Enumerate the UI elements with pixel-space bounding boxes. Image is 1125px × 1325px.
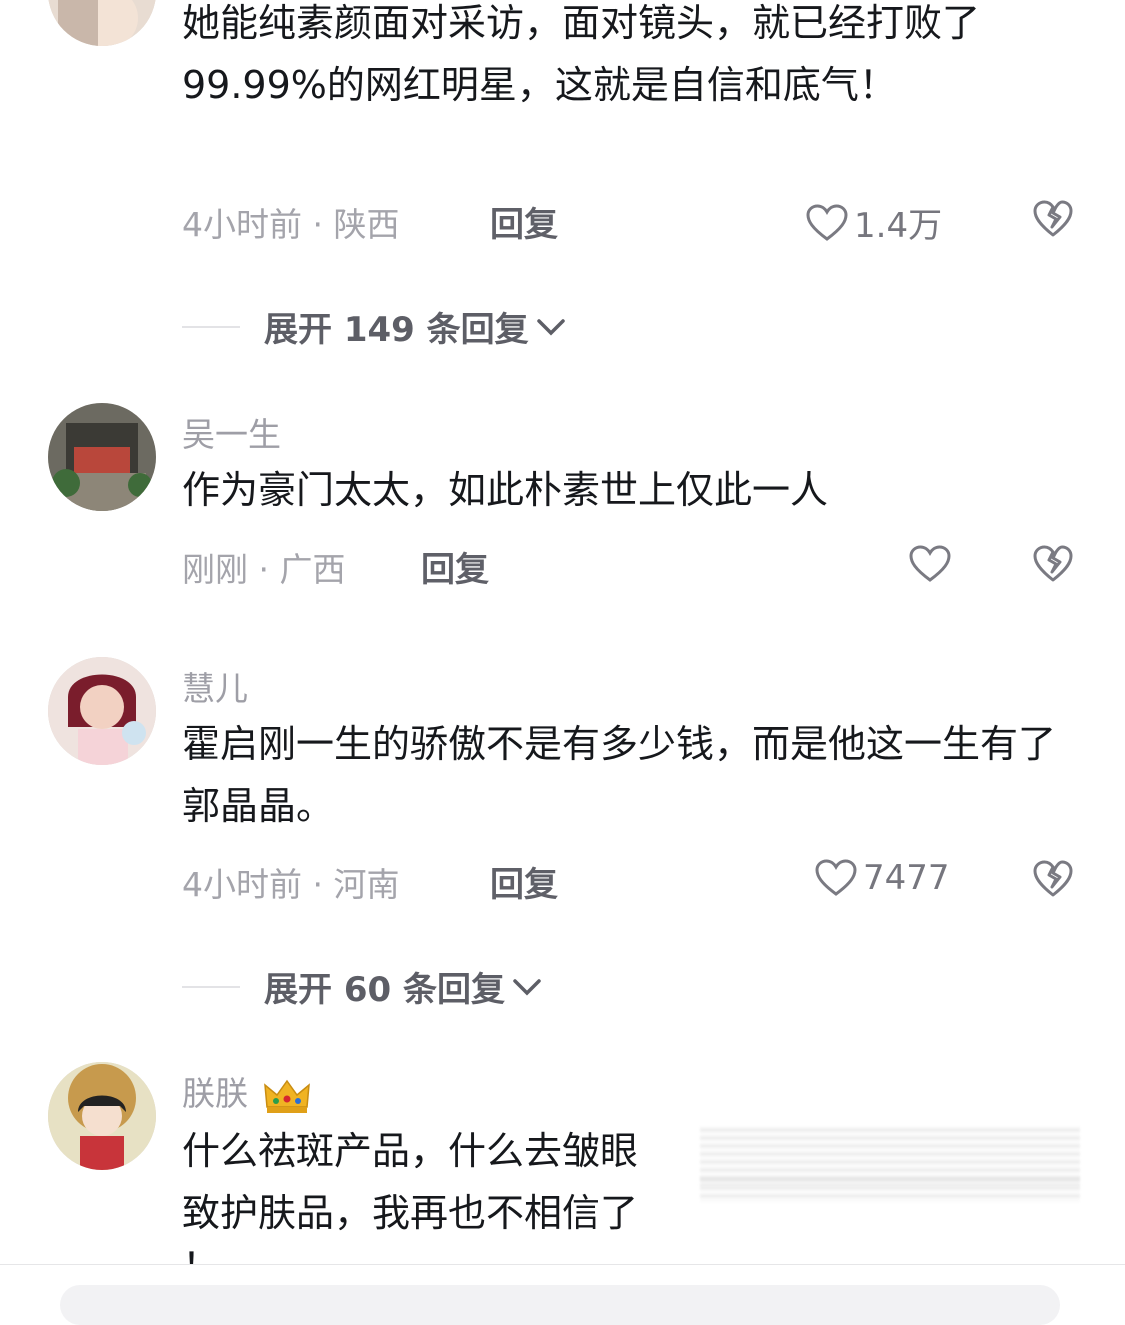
dislike-button[interactable] <box>1033 860 1073 898</box>
reply-button[interactable]: 回复 <box>490 857 558 906</box>
expand-replies-label: 展开 149 条回复 <box>264 310 529 350</box>
chevron-down-icon <box>529 316 567 338</box>
comment-input[interactable] <box>60 1285 1060 1325</box>
username-label: 朕朕 <box>182 1074 248 1113</box>
heart-outline-icon <box>815 859 857 897</box>
comment-text: 什么祛斑产品，什么去皱眼 <box>182 1129 639 1173</box>
expand-replies-button[interactable]: 展开 149 条回复 <box>182 302 567 351</box>
heart-outline-icon <box>806 203 848 242</box>
reply-button[interactable]: 回复 <box>421 542 489 591</box>
comment-time-location: 4小时前 · 河南 <box>182 865 400 904</box>
expand-replies-button[interactable]: 展开 60 条回复 <box>182 962 543 1011</box>
comment-time-location: 4小时前 · 陕西 <box>182 205 400 244</box>
username[interactable]: 吴一生 <box>182 408 281 456</box>
divider-line <box>182 325 240 328</box>
comment-text: 她能纯素颜面对采访，面对镜头，就已经打败了 99.99%的网红明星，这就是自信和… <box>182 1 981 107</box>
avatar[interactable] <box>48 1062 156 1170</box>
avatar[interactable] <box>48 403 156 511</box>
chevron-down-icon <box>505 976 543 998</box>
broken-heart-icon <box>1033 200 1073 238</box>
bottom-comment-bar <box>0 1264 1125 1325</box>
like-button[interactable]: 7477 <box>815 858 950 898</box>
comment-text: 作为豪门太太，如此朴素世上仅此一人 <box>182 468 829 512</box>
comment-text-line2: 致护肤品，我再也不相信了 <box>182 1191 639 1235</box>
username[interactable]: 慧儿 <box>182 662 248 710</box>
comment-text: 霍启刚一生的骄傲不是有多少钱，而是他这一生有了郭晶晶。 <box>182 722 1057 828</box>
comment-text-line3: ！ <box>182 1236 242 1264</box>
like-button[interactable]: 1.4万 <box>806 198 942 247</box>
username[interactable]: 朕朕 <box>182 1067 311 1115</box>
dislike-button[interactable] <box>1033 545 1073 583</box>
like-count: 7477 <box>863 858 950 898</box>
crown-icon <box>263 1077 311 1115</box>
divider-line <box>182 985 240 988</box>
avatar[interactable] <box>48 657 156 765</box>
heart-outline-icon <box>909 545 951 583</box>
broken-heart-icon <box>1033 860 1073 898</box>
expand-replies-label: 展开 60 条回复 <box>264 970 505 1010</box>
reply-button[interactable]: 回复 <box>490 197 558 246</box>
like-count: 1.4万 <box>854 206 943 246</box>
like-button[interactable] <box>909 545 957 583</box>
comment-time-location: 刚刚 · 广西 <box>182 550 346 589</box>
avatar[interactable] <box>48 0 156 46</box>
dislike-button[interactable] <box>1033 200 1073 238</box>
redaction-streak <box>700 1176 1080 1202</box>
broken-heart-icon <box>1033 545 1073 583</box>
